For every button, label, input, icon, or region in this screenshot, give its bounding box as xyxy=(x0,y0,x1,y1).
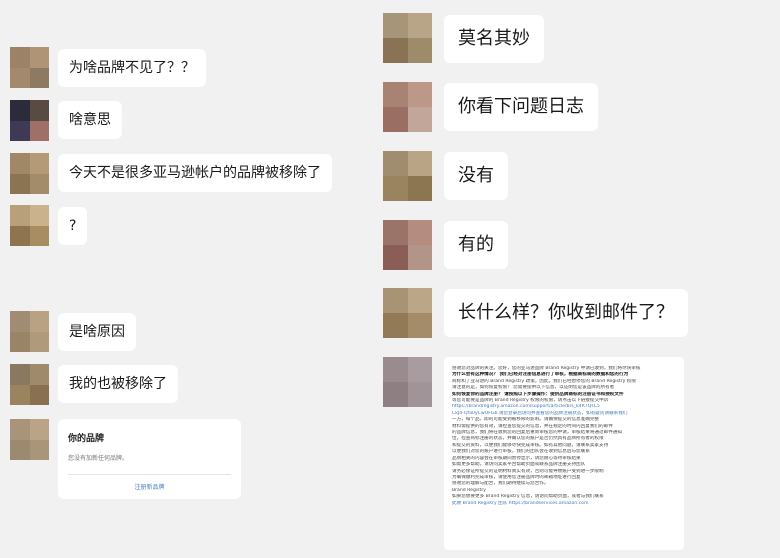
avatar[interactable] xyxy=(10,205,49,246)
avatar[interactable] xyxy=(10,419,49,460)
avatar[interactable] xyxy=(383,220,432,270)
avatar[interactable] xyxy=(383,13,432,63)
message-bubble[interactable]: 是啥原因 xyxy=(58,313,136,351)
message-bubble[interactable]: 莫名其妙 xyxy=(444,15,544,63)
message-bubble[interactable]: 我的也被移除了 xyxy=(58,365,178,403)
message-bubble[interactable]: 啥意思 xyxy=(58,101,122,139)
card-body-text: 您没有加新任何品牌。 xyxy=(68,455,129,462)
email-link-line: 此致 Brand Registry 团队 https://brandservic… xyxy=(452,500,589,506)
brand-screenshot-card[interactable]: 你的品牌 您没有加新任何品牌。 注册新品牌 xyxy=(58,419,241,499)
message-bubble[interactable]: 你看下问题日志 xyxy=(444,83,598,131)
message-bubble[interactable]: 没有 xyxy=(444,152,508,200)
message-bubble[interactable]: 为啥品牌不见了？？ xyxy=(58,49,206,87)
register-brand-link: 注册新品牌 xyxy=(134,484,165,491)
message-bubble[interactable]: ? xyxy=(58,207,88,245)
avatar[interactable] xyxy=(10,100,49,141)
avatar[interactable] xyxy=(383,357,432,407)
avatar[interactable] xyxy=(10,47,49,88)
avatar[interactable] xyxy=(10,364,49,405)
email-screenshot-image[interactable]: 感谢您对品牌的关注。您好，您的亚马逊品牌 Brand Registry 申请已收… xyxy=(444,357,684,550)
message-bubble[interactable]: 长什么样？你收到邮件了？ xyxy=(444,289,688,337)
avatar[interactable] xyxy=(10,153,49,194)
avatar[interactable] xyxy=(10,311,49,352)
avatar[interactable] xyxy=(383,82,432,132)
avatar[interactable] xyxy=(383,151,432,201)
message-bubble[interactable]: 今天不是很多亚马逊帐户的品牌被移除了 xyxy=(58,154,332,192)
card-title: 你的品牌 xyxy=(68,434,105,444)
divider xyxy=(68,474,231,475)
message-bubble[interactable]: 有的 xyxy=(444,221,508,269)
avatar[interactable] xyxy=(383,288,432,338)
